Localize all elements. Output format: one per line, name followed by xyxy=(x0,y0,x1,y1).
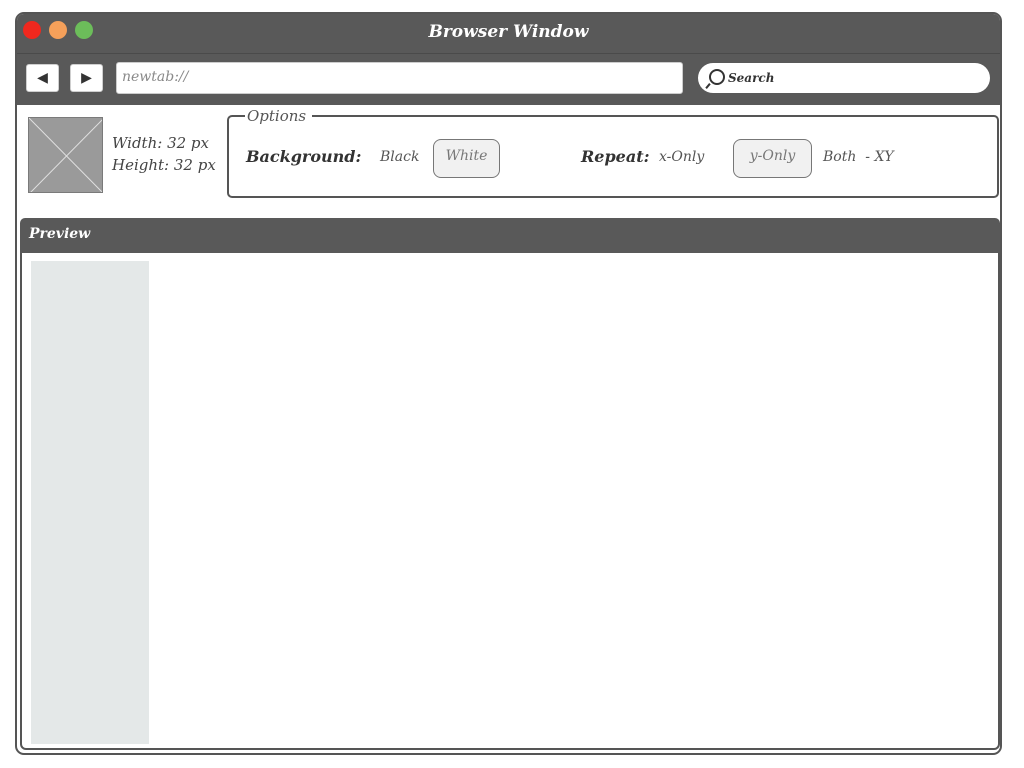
preview-panel xyxy=(20,253,1000,750)
background-option-white[interactable]: White xyxy=(433,139,500,178)
options-group: Options Background: Black White Repeat: … xyxy=(227,107,999,198)
repeat-option-both-xy[interactable]: Both - XY xyxy=(823,149,894,165)
window-title: Browser Window xyxy=(428,22,589,42)
options-legend: Options xyxy=(245,107,313,125)
search-icon xyxy=(709,69,725,85)
image-placeholder xyxy=(28,117,103,193)
title-bar: Browser Window xyxy=(17,14,1000,53)
background-label: Background: xyxy=(246,147,362,166)
image-dimensions: Width: 32 px Height: 32 px xyxy=(112,132,216,176)
browser-toolbar: ◀ ▶ newtab:// Search xyxy=(17,53,1000,105)
browser-window: Browser Window ◀ ▶ newtab:// Search Widt… xyxy=(15,12,1002,755)
background-option-black[interactable]: Black xyxy=(380,149,419,165)
search-field[interactable]: Search xyxy=(698,63,990,93)
image-height-label: Height: 32 px xyxy=(112,156,216,174)
address-bar[interactable]: newtab:// xyxy=(116,62,683,94)
forward-button[interactable]: ▶ xyxy=(70,64,103,92)
preview-tile-strip xyxy=(31,261,149,744)
repeat-option-y-only[interactable]: y-Only xyxy=(733,139,812,178)
repeat-label: Repeat: xyxy=(581,147,650,166)
search-label: Search xyxy=(728,71,775,85)
back-button[interactable]: ◀ xyxy=(26,64,59,92)
repeat-option-x-only[interactable]: x-Only xyxy=(659,149,704,165)
image-width-label: Width: 32 px xyxy=(112,134,209,152)
preview-header: Preview xyxy=(20,218,1000,253)
image-placeholder-icon xyxy=(29,118,102,192)
